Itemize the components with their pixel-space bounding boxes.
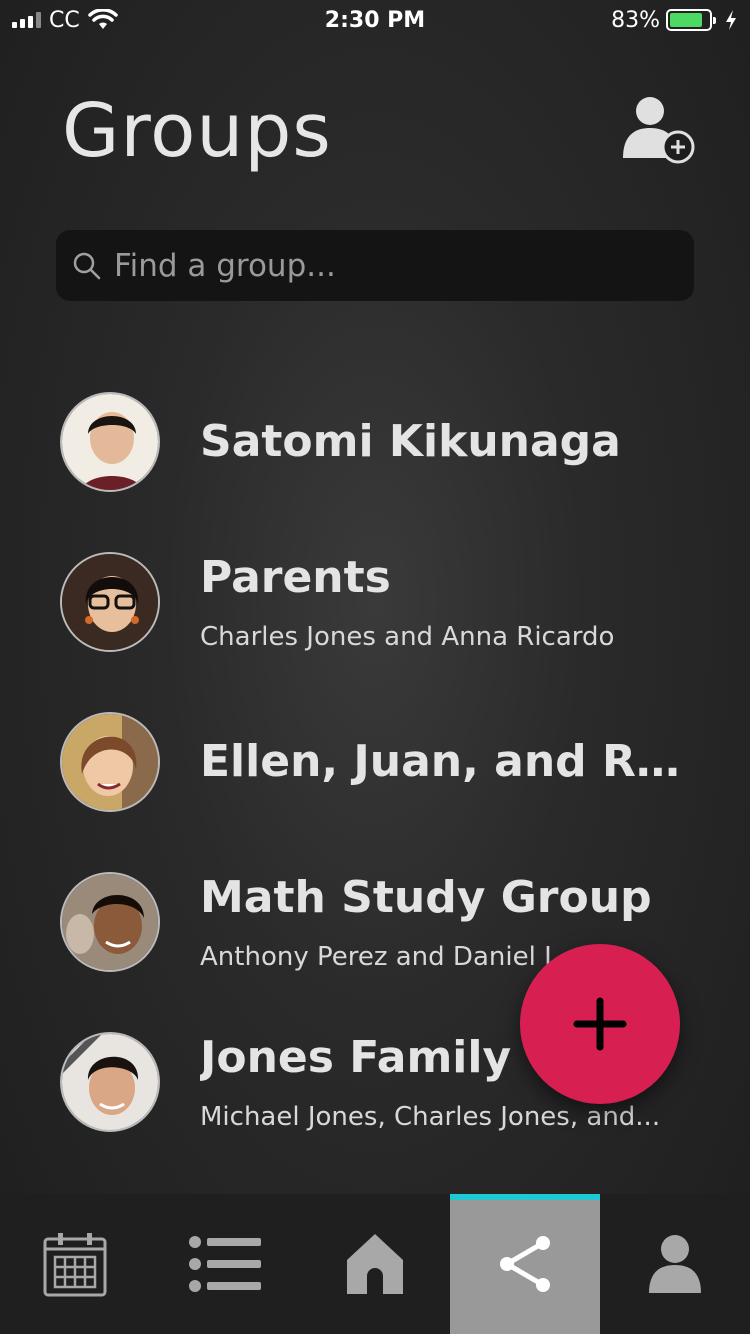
profile-icon xyxy=(649,1235,701,1293)
battery-icon xyxy=(666,9,716,31)
wifi-icon xyxy=(87,9,118,29)
tab-profile[interactable] xyxy=(600,1194,750,1334)
status-right: 83% xyxy=(611,8,738,33)
tab-calendar[interactable] xyxy=(0,1194,150,1334)
signal-icon xyxy=(12,12,41,28)
home-icon xyxy=(347,1234,403,1294)
avatar xyxy=(60,712,160,812)
group-name: Math Study Group xyxy=(200,872,652,923)
group-name: Satomi Kikunaga xyxy=(200,416,621,467)
battery-percent: 83% xyxy=(611,7,660,33)
add-user-button[interactable] xyxy=(620,96,700,166)
tab-bar xyxy=(0,1194,750,1334)
tab-groups[interactable] xyxy=(450,1194,600,1334)
share-icon xyxy=(500,1236,550,1292)
tab-list[interactable] xyxy=(150,1194,300,1334)
tab-home[interactable] xyxy=(300,1194,450,1334)
avatar xyxy=(60,1032,160,1132)
avatar xyxy=(60,872,160,972)
add-group-button[interactable] xyxy=(520,944,680,1104)
calendar-icon xyxy=(43,1233,107,1297)
search-bar[interactable] xyxy=(56,230,694,301)
avatar xyxy=(60,392,160,492)
search-input[interactable] xyxy=(114,247,674,284)
add-user-icon xyxy=(623,97,695,164)
battery-fill xyxy=(670,13,702,27)
search-icon xyxy=(73,252,101,279)
group-name: Ellen, Juan, and Ra... xyxy=(200,736,700,787)
charging-icon xyxy=(726,10,736,30)
group-item[interactable]: Parents Charles Jones and Anna Ricardo xyxy=(0,552,750,672)
avatar xyxy=(60,552,160,652)
page-title: Groups xyxy=(62,88,332,174)
group-members: Charles Jones and Anna Ricardo xyxy=(200,622,615,652)
group-members: Michael Jones, Charles Jones, and... xyxy=(200,1102,661,1132)
status-left: CC xyxy=(12,8,118,33)
plus-icon xyxy=(573,997,627,1051)
group-name: Parents xyxy=(200,552,391,603)
status-bar: CC 2:30 PM 83% xyxy=(0,0,750,40)
carrier-label: CC xyxy=(49,7,80,33)
list-icon xyxy=(189,1236,261,1292)
group-item[interactable]: Ellen, Juan, and Ra... xyxy=(0,712,750,832)
group-item[interactable]: Satomi Kikunaga xyxy=(0,392,750,512)
